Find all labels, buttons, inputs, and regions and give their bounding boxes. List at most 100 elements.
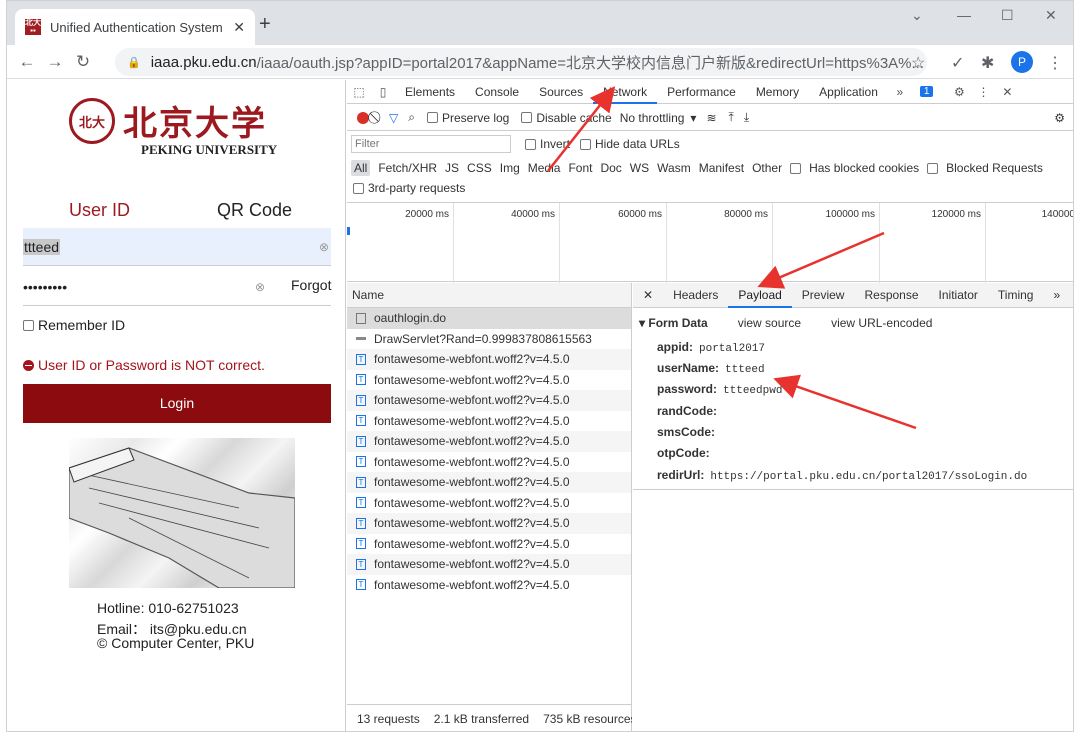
more-tabs-icon[interactable]: »: [888, 85, 912, 99]
inspect-icon[interactable]: ⬚: [347, 85, 371, 99]
address-bar[interactable]: 🔒 iaaa.pku.edu.cn/iaaa/oauth.jsp?appID=p…: [115, 48, 927, 76]
filter-icon[interactable]: ▽: [389, 111, 398, 125]
browser-tab[interactable]: 北大 ▪▪ Unified Authentication System ✕: [15, 9, 255, 45]
request-row[interactable]: Tfontawesome-webfont.woff2?v=4.5.0: [347, 390, 631, 411]
tab-initiator[interactable]: Initiator: [929, 283, 988, 308]
bookmark-star-icon[interactable]: ☆: [911, 53, 925, 73]
throttling-dropdown-icon[interactable]: ▾: [690, 111, 696, 125]
forward-icon[interactable]: →: [41, 52, 69, 72]
menu-kebab-icon[interactable]: ⋮: [1047, 53, 1063, 73]
view-url-encoded-link[interactable]: view URL-encoded: [831, 316, 932, 330]
maximize-icon[interactable]: ☐: [1001, 7, 1014, 24]
devtools-menu-icon[interactable]: ⋮: [971, 85, 995, 99]
request-row[interactable]: Tfontawesome-webfont.woff2?v=4.5.0: [347, 534, 631, 555]
type-other[interactable]: Other: [752, 161, 782, 175]
name-column-header[interactable]: Name: [347, 283, 631, 308]
reload-icon[interactable]: ↻: [69, 52, 97, 72]
hide-data-urls-checkbox[interactable]: [580, 138, 592, 150]
clear-username-icon[interactable]: ⊗: [319, 240, 329, 254]
check-extension-icon[interactable]: ✓: [951, 53, 964, 73]
third-party-checkbox[interactable]: [353, 182, 364, 194]
tab-user-id[interactable]: User ID: [69, 200, 130, 221]
view-source-link[interactable]: view source: [738, 316, 801, 330]
request-row[interactable]: Tfontawesome-webfont.woff2?v=4.5.0: [347, 370, 631, 391]
request-row[interactable]: Tfontawesome-webfont.woff2?v=4.5.0: [347, 554, 631, 575]
tab-payload[interactable]: Payload: [728, 283, 792, 308]
type-wasm[interactable]: Wasm: [657, 161, 691, 175]
type-js[interactable]: JS: [445, 161, 459, 175]
clear-password-icon[interactable]: ⊗: [255, 280, 265, 294]
export-har-icon[interactable]: ⤓: [744, 110, 749, 125]
type-font[interactable]: Font: [568, 161, 592, 175]
filter-input[interactable]: Filter: [351, 135, 511, 153]
remember-id[interactable]: Remember ID: [23, 317, 125, 333]
invert-checkbox[interactable]: [525, 138, 536, 150]
tab-elements[interactable]: Elements: [395, 80, 465, 104]
back-icon[interactable]: ←: [13, 52, 41, 72]
tab-application[interactable]: Application: [809, 80, 888, 104]
type-all[interactable]: All: [351, 160, 371, 176]
tab-preview[interactable]: Preview: [792, 283, 855, 308]
throttling-select[interactable]: No throttling: [620, 111, 685, 125]
request-row[interactable]: oauthlogin.do: [347, 308, 631, 329]
extensions-puzzle-icon[interactable]: ✱: [981, 53, 994, 73]
tab-timing[interactable]: Timing: [988, 283, 1044, 308]
type-media[interactable]: Media: [528, 161, 561, 175]
request-row[interactable]: Tfontawesome-webfont.woff2?v=4.5.0: [347, 411, 631, 432]
tab-network[interactable]: Network: [593, 80, 658, 104]
tab-console[interactable]: Console: [465, 80, 529, 104]
username-input[interactable]: ttteed ⊗: [23, 228, 331, 266]
type-fetch-xhr[interactable]: Fetch/XHR: [378, 161, 437, 175]
hotline: Hotline: 010-62751023: [97, 600, 239, 616]
close-detail-icon[interactable]: ✕: [633, 283, 663, 308]
import-har-icon[interactable]: ⤒: [729, 110, 734, 125]
record-icon[interactable]: [357, 111, 369, 124]
request-row[interactable]: Tfontawesome-webfont.woff2?v=4.5.0: [347, 493, 631, 514]
request-row[interactable]: DrawServlet?Rand=0.999837808615563: [347, 329, 631, 350]
device-toolbar-icon[interactable]: ▯: [371, 85, 395, 99]
network-overview-timeline[interactable]: 20000 ms 40000 ms 60000 ms 80000 ms 1000…: [347, 202, 1073, 283]
settings-gear-icon[interactable]: ⚙: [947, 85, 971, 99]
request-row[interactable]: Tfontawesome-webfont.woff2?v=4.5.0: [347, 349, 631, 370]
type-doc[interactable]: Doc: [600, 161, 621, 175]
wifi-conditions-icon[interactable]: ≋: [706, 111, 716, 125]
close-window-icon[interactable]: ✕: [1045, 7, 1057, 24]
browser-toolbar: ← → ↻ 🔒 iaaa.pku.edu.cn/iaaa/oauth.jsp?a…: [7, 45, 1073, 79]
request-row[interactable]: Tfontawesome-webfont.woff2?v=4.5.0: [347, 513, 631, 534]
type-manifest[interactable]: Manifest: [699, 161, 744, 175]
tab-memory[interactable]: Memory: [746, 80, 809, 104]
form-data-title[interactable]: ▾ Form Data: [639, 316, 708, 330]
tab-search-icon[interactable]: ⌄: [911, 7, 923, 24]
network-settings-icon[interactable]: ⚙: [1054, 111, 1065, 125]
close-tab-icon[interactable]: ✕: [233, 19, 245, 36]
request-row[interactable]: Tfontawesome-webfont.woff2?v=4.5.0: [347, 472, 631, 493]
blocked-requests-checkbox[interactable]: [927, 162, 939, 174]
tab-performance[interactable]: Performance: [657, 80, 746, 104]
request-row[interactable]: Tfontawesome-webfont.woff2?v=4.5.0: [347, 431, 631, 452]
tab-qr-code[interactable]: QR Code: [217, 200, 292, 221]
minimize-icon[interactable]: —: [957, 7, 971, 23]
search-icon[interactable]: ⌕: [408, 110, 415, 125]
more-detail-tabs-icon[interactable]: »: [1043, 283, 1070, 308]
tab-response[interactable]: Response: [854, 283, 928, 308]
type-img[interactable]: Img: [500, 161, 520, 175]
tab-headers[interactable]: Headers: [663, 283, 728, 308]
close-devtools-icon[interactable]: ✕: [995, 85, 1019, 99]
login-button[interactable]: Login: [23, 384, 331, 423]
type-ws[interactable]: WS: [630, 161, 649, 175]
request-row[interactable]: Tfontawesome-webfont.woff2?v=4.5.0: [347, 575, 631, 596]
new-tab-icon[interactable]: +: [259, 13, 271, 36]
disable-cache-checkbox[interactable]: [521, 112, 533, 123]
profile-avatar[interactable]: P: [1011, 51, 1033, 73]
type-css[interactable]: CSS: [467, 161, 492, 175]
password-input[interactable]: ••••••••• ⊗: [23, 268, 331, 306]
request-row[interactable]: Tfontawesome-webfont.woff2?v=4.5.0: [347, 452, 631, 473]
issues-badge[interactable]: 1: [919, 86, 934, 97]
request-name: fontawesome-webfont.woff2?v=4.5.0: [374, 413, 570, 428]
browser-window: 北大 ▪▪ Unified Authentication System ✕ + ⌄…: [6, 0, 1074, 732]
tab-sources[interactable]: Sources: [529, 80, 593, 104]
forgot-link[interactable]: Forgot: [291, 277, 331, 293]
blocked-cookies-checkbox[interactable]: [790, 162, 802, 174]
remember-checkbox[interactable]: [23, 319, 34, 331]
preserve-log-checkbox[interactable]: [426, 112, 438, 123]
